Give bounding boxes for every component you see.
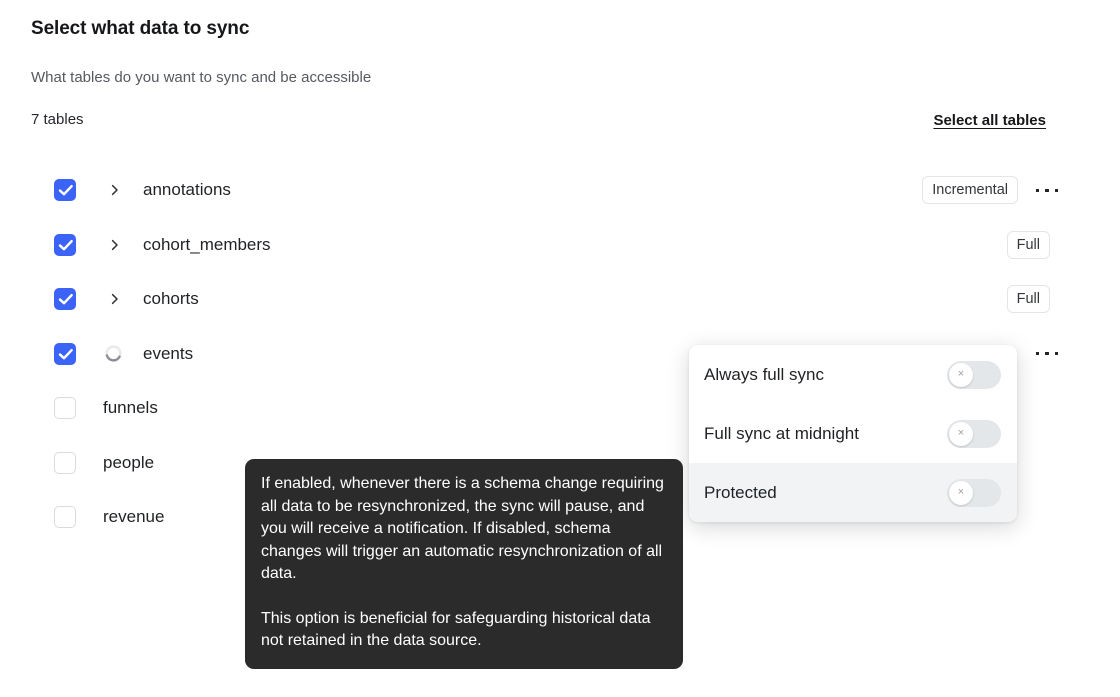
table-name: revenue <box>103 507 165 527</box>
toggle-knob: × <box>949 480 973 505</box>
table-name: annotations <box>143 180 231 200</box>
sync-settings-page: Select what data to sync What tables do … <box>0 0 1120 697</box>
table-checkbox[interactable] <box>54 179 76 202</box>
toggle-knob: × <box>949 362 973 387</box>
table-row: cohort_members Full <box>0 218 1120 273</box>
sync-option-label: Protected <box>704 482 777 502</box>
table-row: cohorts Full <box>0 272 1120 327</box>
sync-option-label: Full sync at midnight <box>704 423 859 443</box>
table-name: cohorts <box>143 289 199 309</box>
loading-spinner-icon <box>104 344 123 363</box>
sync-mode-badge[interactable]: Incremental <box>922 176 1018 205</box>
table-checkbox[interactable] <box>54 397 76 420</box>
table-checkbox[interactable] <box>54 506 76 529</box>
toggle-knob: × <box>949 421 973 446</box>
toggle-off-icon: × <box>957 427 965 439</box>
more-options-icon[interactable] <box>1036 181 1058 199</box>
sync-option-toggle[interactable]: × <box>947 360 1001 389</box>
table-name: people <box>103 452 155 472</box>
sync-options-popover: Always full sync × Full sync at midnight × P… <box>689 345 1017 522</box>
protected-option-tooltip: If enabled, whenever there is a schema c… <box>245 459 683 669</box>
chevron-right-icon[interactable] <box>108 238 122 252</box>
tooltip-paragraph-2: This option is beneficial for safeguardi… <box>261 609 651 650</box>
table-checkbox[interactable] <box>54 342 76 365</box>
table-checkbox[interactable] <box>54 451 76 474</box>
sync-option-menu-item[interactable]: Full sync at midnight × <box>689 404 1017 463</box>
page-subtitle: What tables do you want to sync and be a… <box>31 69 372 86</box>
select-all-tables-link[interactable]: Select all tables <box>933 112 1046 129</box>
sync-option-label: Always full sync <box>704 364 824 384</box>
sync-option-toggle[interactable]: × <box>947 419 1001 448</box>
sync-mode-badge[interactable]: Full <box>1006 285 1050 314</box>
page-title: Select what data to sync <box>31 18 250 39</box>
table-name: events <box>143 343 194 363</box>
chevron-right-icon[interactable] <box>108 292 122 306</box>
table-name: funnels <box>103 398 158 418</box>
table-count-label: 7 tables <box>31 111 84 128</box>
table-checkbox[interactable] <box>54 233 76 256</box>
toggle-off-icon: × <box>957 486 965 498</box>
table-name: cohort_members <box>143 234 271 254</box>
more-options-icon[interactable] <box>1036 345 1058 363</box>
chevron-right-icon[interactable] <box>108 183 122 197</box>
toggle-off-icon: × <box>957 368 965 380</box>
sync-option-menu-item[interactable]: Protected × <box>689 463 1017 522</box>
sync-option-menu-item[interactable]: Always full sync × <box>689 345 1017 404</box>
sync-option-toggle[interactable]: × <box>947 478 1001 507</box>
table-row: annotations Incremental <box>0 163 1120 218</box>
table-checkbox[interactable] <box>54 288 76 311</box>
tooltip-paragraph-1: If enabled, whenever there is a schema c… <box>261 475 664 582</box>
sync-mode-badge[interactable]: Full <box>1006 230 1050 259</box>
